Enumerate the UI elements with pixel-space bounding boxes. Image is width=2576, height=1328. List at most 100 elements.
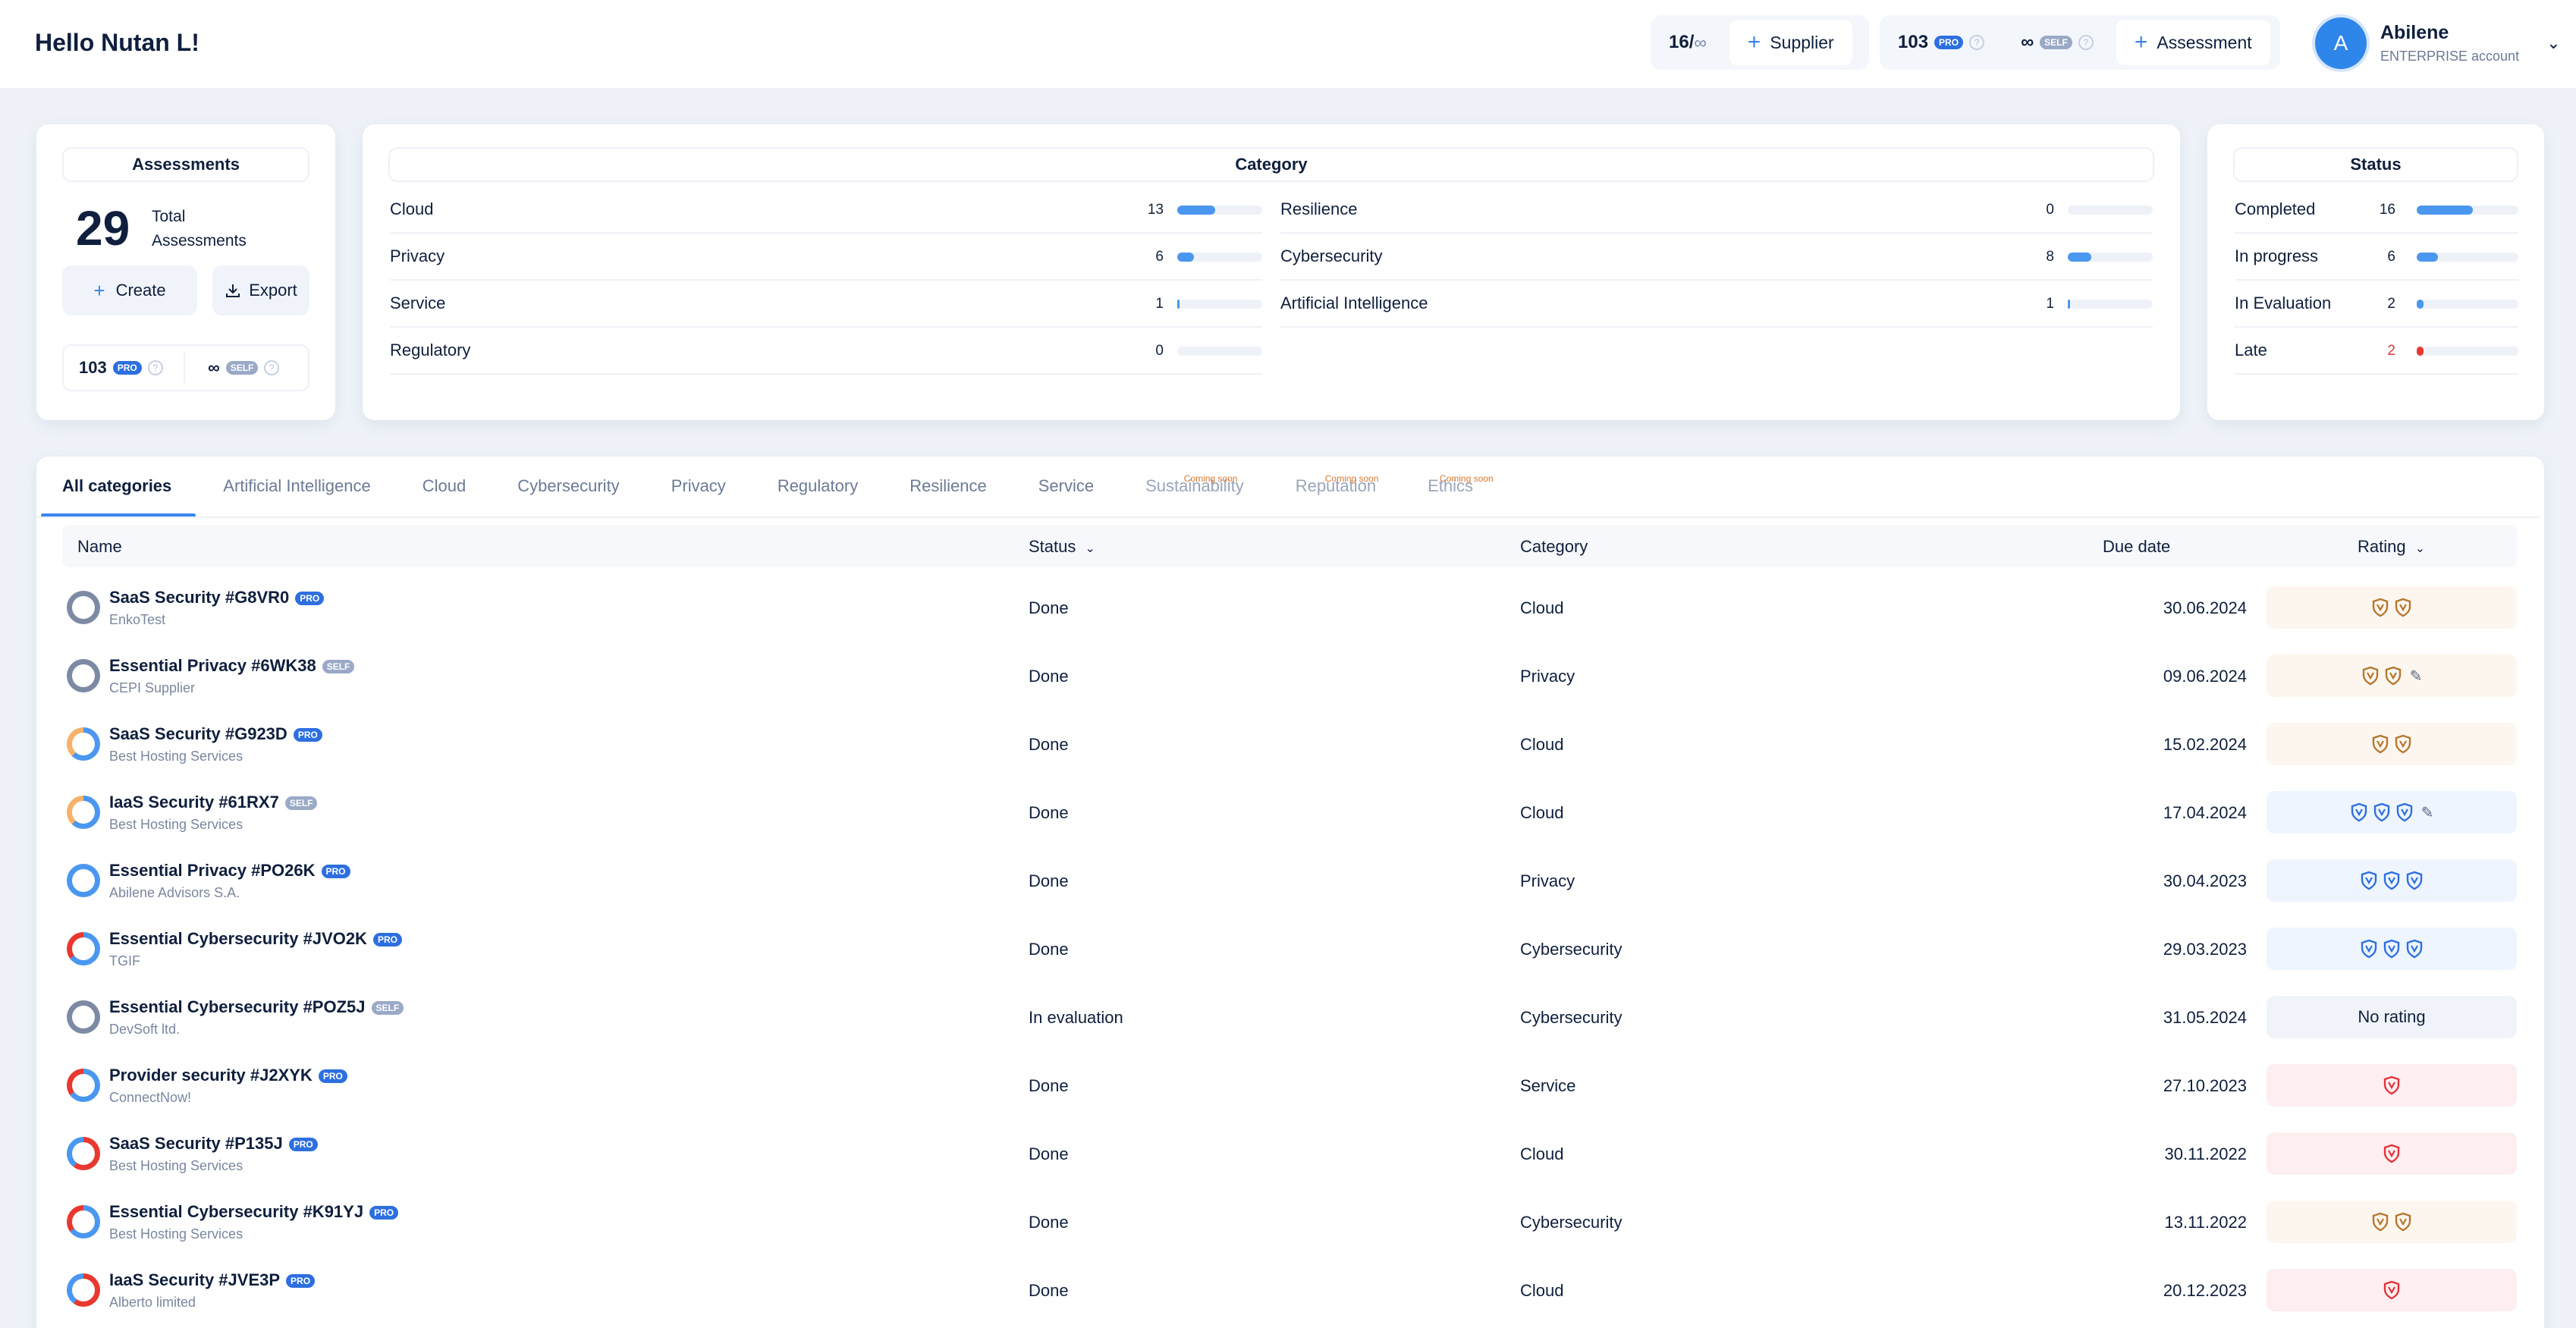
table-row[interactable]: Essential Privacy #6WK38 SELF CEPI Supplie… (62, 641, 2517, 709)
tab-cloud[interactable]: Cloud (397, 476, 492, 517)
category-tabs: All categories Artificial Intelligence Clo… (36, 457, 1499, 517)
rating-cell (2267, 1269, 2517, 1311)
assessment-name[interactable]: Essential Privacy #6WK38 SELF (109, 656, 355, 676)
shield-icon (2361, 939, 2377, 959)
category-cell: Cybersecurity (1520, 1008, 1623, 1027)
assessment-name[interactable]: SaaS Security #G8VR0 PRO (109, 588, 325, 607)
category-count: 0 (2046, 202, 2054, 218)
total-assessments-label: Total Assessments (152, 208, 247, 250)
tab-regulatory[interactable]: Regulatory (752, 476, 884, 517)
assessment-name[interactable]: Essential Cybersecurity #POZ5J SELF (109, 997, 404, 1017)
assessments-card: Assessments 29 Total Assessments + Creat… (36, 124, 335, 420)
table-row[interactable]: Provider security #J2XYK PRO ConnectNow! Do… (62, 1050, 2517, 1119)
progress-ring-icon (67, 659, 100, 692)
pro-badge: PRO (318, 1069, 347, 1084)
column-header-status[interactable]: Status ⌄ (1029, 537, 1095, 557)
tab-all-categories[interactable]: All categories (36, 476, 197, 517)
tab-service[interactable]: Service (1013, 476, 1120, 517)
due-date-cell: 09.06.2024 (2163, 667, 2247, 686)
status-cell: Done (1029, 598, 1069, 617)
help-icon[interactable]: ? (264, 360, 280, 375)
table-row[interactable]: IaaS Security #61RX7 SELF Best Hosting Ser… (62, 777, 2517, 846)
assessment-name[interactable]: IaaS Security #JVE3P PRO (109, 1270, 316, 1290)
category-bar (2068, 300, 2153, 309)
coming-soon-label: Coming soon (1439, 473, 1494, 484)
rating-cell (2267, 1064, 2517, 1107)
category-cell: Cloud (1520, 598, 1564, 617)
category-cell: Service (1520, 1076, 1576, 1095)
table-row[interactable]: SaaS Security #G923D PRO Best Hosting Serv… (62, 709, 2517, 777)
account-type: ENTERPRISE account (2380, 49, 2520, 64)
category-row: Artificial Intelligence 1 (1280, 281, 2153, 328)
shield-icon (2361, 871, 2377, 890)
status-count: 2 (2387, 296, 2395, 312)
table-row[interactable]: SaaS Security #G8VR0 PRO EnkoTest Done Cloud… (62, 573, 2517, 641)
assessment-name[interactable]: Essential Privacy #PO26K PRO (109, 861, 350, 881)
help-icon[interactable]: ? (147, 360, 163, 375)
category-label: Service (390, 294, 446, 312)
column-header-name[interactable]: Name (77, 537, 122, 557)
self-badge: SELF (225, 361, 259, 375)
pro-badge: PRO (293, 728, 322, 742)
status-bar-fill (2417, 347, 2424, 356)
assessment-name[interactable]: Provider security #J2XYK PRO (109, 1066, 347, 1085)
avatar: A (2315, 17, 2367, 69)
progress-ring-icon (67, 864, 100, 897)
category-row: Cloud 13 (390, 187, 1262, 234)
create-button[interactable]: + Create (62, 265, 197, 316)
category-bar (1177, 300, 1262, 309)
status-cell: Done (1029, 1076, 1069, 1095)
table-row[interactable]: Essential Cybersecurity #POZ5J SELF DevSof… (62, 982, 2517, 1050)
category-cell: Cybersecurity (1520, 940, 1623, 959)
table-row[interactable]: Essential Privacy #PO26K PRO Abilene Advis… (62, 846, 2517, 914)
add-assessment-button[interactable]: + Assessment (2116, 20, 2270, 65)
category-bar (1177, 253, 1262, 262)
progress-ring-icon (67, 1205, 100, 1239)
shield-icon (2383, 871, 2400, 890)
user-menu[interactable]: A Abilene ENTERPRISE account ⌄ (2315, 17, 2561, 70)
pro-badge: PRO (112, 361, 142, 375)
pencil-icon[interactable]: ✎ (2421, 803, 2434, 822)
category-label: Cybersecurity (1280, 246, 1383, 265)
top-bar: Hello Nutan L! 16/∞ + Supplier 103 PRO ?… (0, 0, 2576, 88)
help-icon[interactable]: ? (2078, 35, 2094, 50)
category-row: Service 1 (390, 281, 1262, 328)
rating-cell: ✎ (2267, 791, 2517, 834)
card-title: Category (388, 147, 2154, 182)
column-header-due-date[interactable]: Due date (2103, 537, 2170, 557)
column-header-category[interactable]: Category (1520, 537, 1588, 557)
download-icon (226, 284, 240, 297)
table-row[interactable]: Essential Cybersecurity #JVO2K PRO TGIF Don… (62, 914, 2517, 982)
category-cell: Privacy (1520, 667, 1575, 686)
add-supplier-button[interactable]: + Supplier (1729, 20, 1852, 65)
pencil-icon[interactable]: ✎ (2410, 667, 2423, 686)
rating-cell: ✎ (2267, 655, 2517, 697)
self-badge: SELF (2040, 36, 2072, 49)
shield-icon (2395, 598, 2411, 617)
category-cell: Privacy (1520, 871, 1575, 890)
due-date-cell: 30.04.2023 (2163, 871, 2247, 890)
table-row[interactable]: SaaS Security #P135J PRO Best Hosting Serv… (62, 1119, 2517, 1187)
assessment-name[interactable]: SaaS Security #P135J PRO (109, 1134, 318, 1154)
tab-artificial-intelligence[interactable]: Artificial Intelligence (197, 476, 396, 517)
export-button[interactable]: Export (212, 265, 309, 316)
tab-resilience[interactable]: Resilience (884, 476, 1013, 517)
assessment-name[interactable]: IaaS Security #61RX7 SELF (109, 793, 318, 812)
help-icon[interactable]: ? (1969, 35, 1985, 50)
chevron-down-icon[interactable]: ⌄ (2546, 33, 2560, 53)
assessment-name[interactable]: Essential Cybersecurity #JVO2K PRO (109, 929, 402, 949)
shield-icon (2383, 1144, 2400, 1163)
table-row[interactable]: IaaS Security #JVE3P PRO Alberto limited Do… (62, 1255, 2517, 1323)
tab-privacy[interactable]: Privacy (646, 476, 752, 517)
due-date-cell: 20.12.2023 (2163, 1281, 2247, 1300)
table-row[interactable]: Essential Cybersecurity #K91YJ PRO Best Ho… (62, 1187, 2517, 1255)
tab-cybersecurity[interactable]: Cybersecurity (492, 476, 645, 517)
self-badge: SELF (371, 1001, 404, 1016)
status-count: 2 (2387, 343, 2395, 359)
rating-cell (2267, 859, 2517, 902)
assessment-name[interactable]: Essential Cybersecurity #K91YJ PRO (109, 1202, 399, 1222)
tab-ethics: Ethics Coming soon (1428, 473, 1494, 495)
category-cell: Cloud (1520, 1281, 1564, 1300)
column-header-rating[interactable]: Rating ⌄ (2358, 537, 2425, 557)
assessment-name[interactable]: SaaS Security #G923D PRO (109, 724, 322, 744)
